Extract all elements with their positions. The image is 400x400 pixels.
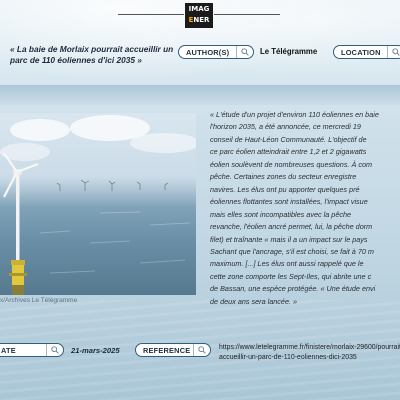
article-body: « L'étude d'un projet d'environ 110 éoli…	[210, 110, 379, 306]
reference-url-link[interactable]: https://www.letelegramme.fr/finistere/mo…	[219, 343, 400, 363]
photo-caption: x/Archives Le Télégramme	[0, 297, 78, 304]
search-icon[interactable]	[387, 46, 400, 58]
date-label: ATE	[1, 345, 16, 355]
horizon-band	[0, 85, 400, 105]
reference-label: REFERENCE	[143, 345, 191, 355]
article-title: « La baie de Morlaix pourrait accueillir…	[10, 44, 174, 65]
author-label: AUTHOR(S)	[186, 47, 230, 57]
header-rule-right	[214, 14, 280, 15]
location-field[interactable]: LOCATION	[333, 45, 400, 59]
logo-line-2-rest: NER	[193, 16, 210, 24]
wind-turbine-photo	[0, 113, 196, 295]
author-field[interactable]: AUTHOR(S)	[178, 45, 254, 59]
search-icon[interactable]	[46, 344, 63, 356]
location-label: LOCATION	[341, 47, 381, 57]
imagener-logo: IMAG ENER	[185, 3, 213, 28]
date-value: 21-mars-2025	[71, 346, 120, 355]
search-icon[interactable]	[193, 344, 210, 356]
author-value: Le Télégramme	[260, 47, 318, 56]
logo-line-2: ENER	[185, 15, 213, 26]
reference-field[interactable]: REFERENCE	[135, 343, 211, 357]
header-rule-left	[118, 14, 184, 15]
search-icon[interactable]	[236, 46, 253, 58]
date-field[interactable]: ATE	[0, 343, 64, 357]
logo-line-1: IMAG	[188, 5, 210, 13]
